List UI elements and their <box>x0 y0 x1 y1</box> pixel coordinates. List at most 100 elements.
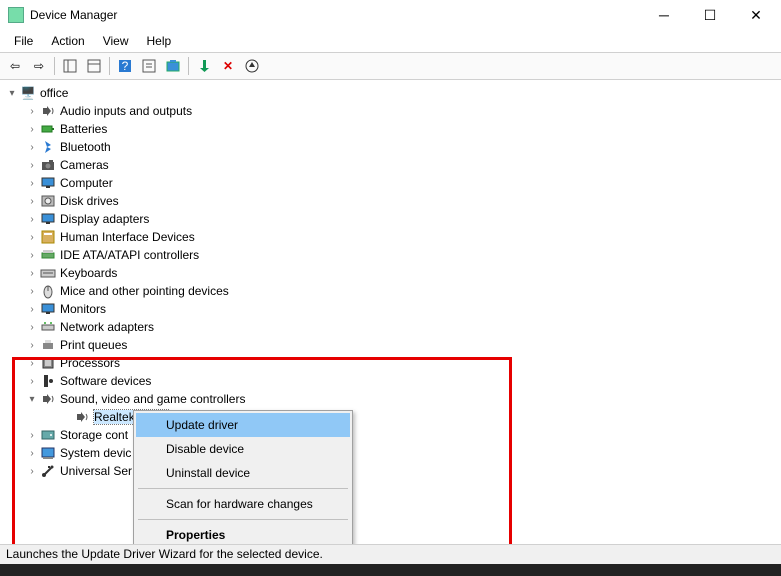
toolbar-separator <box>188 57 189 75</box>
tree-category-disk[interactable]: › Disk drives <box>2 192 779 210</box>
mouse-icon <box>40 283 56 299</box>
expand-arrow-icon[interactable]: › <box>26 358 38 369</box>
context-menu-item[interactable]: Disable device <box>136 437 350 461</box>
system-icon <box>40 445 56 461</box>
category-label: System devic <box>60 446 131 460</box>
enable-button[interactable] <box>193 55 215 77</box>
menu-help[interactable]: Help <box>139 32 180 50</box>
expand-arrow-icon[interactable]: › <box>26 322 38 333</box>
tree-category-display[interactable]: ›Display adapters <box>2 210 779 228</box>
tree-category-processors[interactable]: ›Processors <box>2 354 779 372</box>
tree-category-audio-io[interactable]: ›Audio inputs and outputs <box>2 102 779 120</box>
monitor-icon <box>40 175 56 191</box>
uninstall-button[interactable]: ✕ <box>217 55 239 77</box>
expand-arrow-icon[interactable]: › <box>26 160 38 171</box>
tree-category-computer[interactable]: › Computer <box>2 174 779 192</box>
action-button[interactable] <box>138 55 160 77</box>
tree-root[interactable]: ▾ 🖥️ office <box>2 84 779 102</box>
expand-arrow-icon[interactable]: › <box>26 214 38 225</box>
status-text: Launches the Update Driver Wizard for th… <box>6 547 323 561</box>
hid-icon <box>40 229 56 245</box>
bluetooth-icon <box>40 139 56 155</box>
monitor-icon <box>40 211 56 227</box>
expand-arrow-icon[interactable]: › <box>26 286 38 297</box>
title-bar: Device Manager ─ ☐ ✕ <box>0 0 781 30</box>
tree-category-batteries[interactable]: › Batteries <box>2 120 779 138</box>
expand-arrow-icon[interactable]: ▾ <box>6 88 18 99</box>
menu-file[interactable]: File <box>6 32 41 50</box>
expand-arrow-icon[interactable]: › <box>26 376 38 387</box>
expand-arrow-icon[interactable]: › <box>26 448 38 459</box>
show-hide-tree-button[interactable] <box>59 55 81 77</box>
expand-arrow-icon[interactable]: › <box>26 196 38 207</box>
tree-category-mice[interactable]: › Mice and other pointing devices <box>2 282 779 300</box>
storage-icon <box>40 427 56 443</box>
tree-category-swdev[interactable]: › Software devices <box>2 372 779 390</box>
tree-category-hid[interactable]: ›Human Interface Devices <box>2 228 779 246</box>
expand-arrow-icon[interactable]: › <box>26 178 38 189</box>
network-icon <box>40 319 56 335</box>
maximize-button[interactable]: ☐ <box>687 0 733 30</box>
expand-arrow-icon[interactable]: ▾ <box>26 394 38 405</box>
context-menu-item[interactable]: Scan for hardware changes <box>136 492 350 516</box>
cpu-icon <box>40 355 56 371</box>
category-label: Keyboards <box>60 266 117 280</box>
category-label: Mice and other pointing devices <box>60 284 229 298</box>
tree-device-realtek[interactable]: Realtek Audio <box>2 408 779 426</box>
context-menu-separator <box>138 519 348 520</box>
category-label: Software devices <box>60 374 151 388</box>
expand-arrow-icon[interactable]: › <box>26 466 38 477</box>
toolbar: ⇦ ⇨ ? ✕ <box>0 52 781 80</box>
context-menu-item[interactable]: Uninstall device <box>136 461 350 485</box>
status-bar: Launches the Update Driver Wizard for th… <box>0 544 781 564</box>
properties-button[interactable] <box>83 55 105 77</box>
toolbar-separator <box>54 57 55 75</box>
expand-arrow-icon[interactable]: › <box>26 106 38 117</box>
expand-arrow-icon[interactable]: › <box>26 142 38 153</box>
tree-category-svgc[interactable]: ▾ Sound, video and game controllers <box>2 390 779 408</box>
menu-action[interactable]: Action <box>43 32 92 50</box>
tree-category-printq[interactable]: ›Print queues <box>2 336 779 354</box>
tree-category-ide[interactable]: ›IDE ATA/ATAPI controllers <box>2 246 779 264</box>
menu-view[interactable]: View <box>95 32 137 50</box>
expand-arrow-icon[interactable]: › <box>26 250 38 261</box>
printer-icon <box>40 337 56 353</box>
expand-arrow-icon[interactable]: › <box>26 430 38 441</box>
category-label: Network adapters <box>60 320 154 334</box>
expand-arrow-icon[interactable]: › <box>26 232 38 243</box>
tree-category-monitors[interactable]: ›Monitors <box>2 300 779 318</box>
tree-category-usb[interactable]: ›Universal Ser <box>2 462 779 480</box>
category-label: Batteries <box>60 122 107 136</box>
taskbar-strip <box>0 564 781 576</box>
tree-category-sysdev[interactable]: › System devic <box>2 444 779 462</box>
expand-arrow-icon[interactable]: › <box>26 304 38 315</box>
tree-category-cameras[interactable]: ›Cameras <box>2 156 779 174</box>
tree-category-keyboards[interactable]: › Keyboards <box>2 264 779 282</box>
scan-button[interactable] <box>162 55 184 77</box>
forward-button[interactable]: ⇨ <box>28 55 50 77</box>
swdev-icon <box>40 373 56 389</box>
category-label: Computer <box>60 176 113 190</box>
expand-arrow-icon[interactable]: › <box>26 124 38 135</box>
camera-icon <box>40 157 56 173</box>
tree-category-bluetooth[interactable]: ›Bluetooth <box>2 138 779 156</box>
category-label: Disk drives <box>60 194 119 208</box>
expand-arrow-icon[interactable]: › <box>26 268 38 279</box>
expand-arrow-icon[interactable]: › <box>26 340 38 351</box>
category-label: Sound, video and game controllers <box>60 392 245 406</box>
update-driver-button[interactable] <box>241 55 263 77</box>
speaker-icon <box>74 409 90 425</box>
monitor-icon <box>40 301 56 317</box>
tree-category-storage[interactable]: ›Storage cont <box>2 426 779 444</box>
window-controls: ─ ☐ ✕ <box>641 0 779 30</box>
close-button[interactable]: ✕ <box>733 0 779 30</box>
help-button[interactable]: ? <box>114 55 136 77</box>
app-icon <box>8 7 24 23</box>
minimize-button[interactable]: ─ <box>641 0 687 30</box>
context-menu-item[interactable]: Update driver <box>136 413 350 437</box>
back-button[interactable]: ⇦ <box>4 55 26 77</box>
root-label: office <box>40 86 68 100</box>
device-tree[interactable]: ▾ 🖥️ office ›Audio inputs and outputs›Ba… <box>0 80 781 484</box>
tree-category-network[interactable]: › Network adapters <box>2 318 779 336</box>
toolbar-separator <box>109 57 110 75</box>
